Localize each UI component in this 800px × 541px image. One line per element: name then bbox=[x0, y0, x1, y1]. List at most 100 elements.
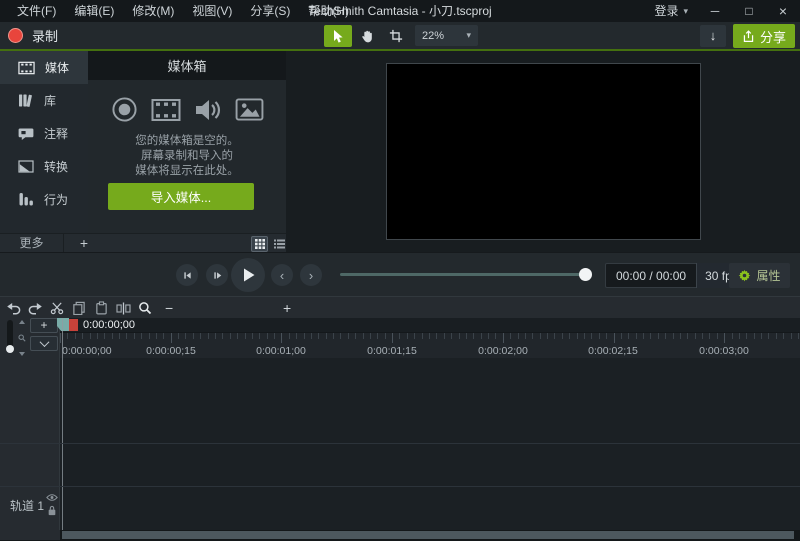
grid-view-button[interactable] bbox=[251, 236, 268, 252]
film-icon bbox=[18, 61, 35, 75]
main-area: 媒体 库 注释 转换 bbox=[0, 51, 800, 252]
pan-tool-button[interactable] bbox=[353, 25, 381, 47]
image-icon bbox=[235, 98, 264, 121]
login-button[interactable]: 登录 ▾ bbox=[644, 0, 698, 22]
timeline: 0:00:00;00 0:00:00;15 0:00:01;00 0:00:01… bbox=[0, 318, 800, 541]
split-button[interactable] bbox=[114, 300, 132, 316]
chevron-down-icon: ▾ bbox=[683, 0, 688, 22]
record-icon bbox=[8, 28, 23, 43]
track-height-thumb[interactable] bbox=[6, 345, 14, 353]
timeline-scroll-row bbox=[0, 530, 800, 541]
main-toolbar: 录制 22% ▾ ↓ 分享 bbox=[0, 22, 800, 51]
playhead-row bbox=[60, 318, 800, 332]
sidebar-item-label: 媒体 bbox=[45, 59, 69, 76]
mini-magnifier-icon bbox=[18, 334, 26, 342]
track-lock-toggle[interactable] bbox=[47, 505, 57, 516]
speaker-icon bbox=[194, 97, 222, 123]
timeline-zoom-button[interactable] bbox=[136, 300, 154, 316]
sidebar-item-label: 注释 bbox=[44, 125, 68, 142]
previous-button[interactable]: ‹ bbox=[271, 264, 293, 286]
selection-tool-button[interactable] bbox=[324, 25, 352, 47]
timeline-toolbar: − + bbox=[0, 296, 800, 318]
tools-sidebar: 媒体 库 注释 转换 bbox=[0, 51, 88, 233]
collapse-tracks-button[interactable] bbox=[30, 336, 58, 351]
gear-icon bbox=[738, 269, 751, 282]
menu-file[interactable]: 文件(F) bbox=[8, 0, 65, 22]
paste-icon bbox=[95, 301, 108, 315]
chevron-down-icon: ▾ bbox=[466, 30, 471, 41]
scroll-corner bbox=[0, 530, 60, 540]
paste-button[interactable] bbox=[92, 300, 110, 316]
cut-button[interactable] bbox=[48, 300, 66, 316]
list-view-icon bbox=[274, 239, 285, 249]
import-media-button[interactable]: 导入媒体... bbox=[108, 183, 254, 210]
sidebar-item-annotations[interactable]: 注释 bbox=[0, 117, 88, 150]
record-button[interactable]: 录制 bbox=[8, 26, 58, 45]
canvas-zoom-dropdown[interactable]: 22% ▾ bbox=[415, 25, 478, 46]
minimize-button[interactable]: ─ bbox=[698, 0, 732, 22]
chevron-left-icon: ‹ bbox=[280, 269, 284, 282]
menu-modify[interactable]: 修改(M) bbox=[123, 0, 183, 22]
sidebar-item-transitions[interactable]: 转换 bbox=[0, 150, 88, 183]
speech-bubble-icon bbox=[18, 127, 34, 141]
zoom-in-button[interactable]: + bbox=[283, 299, 291, 317]
menu-share[interactable]: 分享(S) bbox=[241, 0, 299, 22]
triangle-up-icon bbox=[19, 320, 25, 324]
menu-bar: 文件(F) 编辑(E) 修改(M) 视图(V) 分享(S) 帮助(H) Tech… bbox=[0, 0, 800, 22]
login-label: 登录 bbox=[654, 0, 678, 22]
play-button[interactable] bbox=[231, 258, 265, 292]
hand-icon bbox=[360, 29, 375, 44]
copy-button[interactable] bbox=[70, 300, 88, 316]
panel-bottom-bar: 更多 + bbox=[0, 233, 286, 252]
timeline-left-controls: + bbox=[0, 318, 60, 358]
books-icon bbox=[18, 93, 34, 108]
chevron-down-icon bbox=[39, 337, 49, 347]
ruler-label: 0:00:02;15 bbox=[588, 345, 638, 357]
media-bin-header: 媒体箱 bbox=[88, 51, 286, 80]
media-bin-title: 媒体箱 bbox=[167, 56, 206, 75]
close-button[interactable]: × bbox=[766, 0, 800, 22]
undo-button[interactable] bbox=[4, 300, 22, 316]
ruler-ticks bbox=[60, 333, 800, 345]
timeline-ruler[interactable]: 0:00:00;00 0:00:00;15 0:00:01;00 0:00:01… bbox=[60, 332, 800, 358]
tracks-area[interactable]: 轨道 1 bbox=[0, 358, 800, 530]
next-button[interactable]: › bbox=[300, 264, 322, 286]
lane-divider bbox=[0, 443, 800, 444]
download-button[interactable]: ↓ bbox=[700, 25, 726, 47]
step-back-button[interactable] bbox=[176, 264, 198, 286]
track-1-label[interactable]: 轨道 1 bbox=[10, 497, 44, 514]
window-title: TechSmith Camtasia - 小刀.tscproj bbox=[308, 0, 491, 22]
sidebar-item-media[interactable]: 媒体 bbox=[0, 51, 88, 84]
step-back-icon bbox=[182, 270, 193, 281]
playhead-time-label: 0:00:00;00 bbox=[83, 319, 135, 331]
seek-slider-thumb[interactable] bbox=[579, 268, 592, 281]
sidebar-item-label: 库 bbox=[44, 92, 56, 109]
horizontal-scrollbar[interactable] bbox=[62, 531, 794, 539]
share-button[interactable]: 分享 bbox=[733, 24, 795, 48]
crop-tool-button[interactable] bbox=[382, 25, 410, 47]
menu-edit[interactable]: 编辑(E) bbox=[65, 0, 123, 22]
zoom-out-button[interactable]: − bbox=[165, 299, 173, 317]
magnifier-icon bbox=[138, 301, 152, 315]
maximize-button[interactable]: □ bbox=[732, 0, 766, 22]
sidebar-item-label: 行为 bbox=[44, 191, 68, 208]
camtasia-window: 文件(F) 编辑(E) 修改(M) 视图(V) 分享(S) 帮助(H) Tech… bbox=[0, 0, 800, 541]
lane-divider bbox=[0, 486, 800, 487]
more-tools-button[interactable]: 更多 bbox=[0, 234, 64, 253]
redo-button[interactable] bbox=[26, 300, 44, 316]
sidebar-item-behaviors[interactable]: 行为 bbox=[0, 183, 88, 216]
lock-icon bbox=[47, 505, 57, 516]
filmstrip-icon bbox=[151, 98, 181, 122]
menu-view[interactable]: 视图(V) bbox=[183, 0, 241, 22]
playhead-out-marker-icon[interactable] bbox=[69, 319, 78, 331]
preview-canvas[interactable] bbox=[386, 63, 701, 240]
track-visibility-toggle[interactable] bbox=[46, 493, 58, 502]
properties-button[interactable]: 属性 bbox=[729, 263, 790, 288]
ruler-label: 0:00:00;00 bbox=[62, 345, 112, 357]
play-icon bbox=[241, 267, 256, 283]
sidebar-item-library[interactable]: 库 bbox=[0, 84, 88, 117]
add-media-button[interactable]: + bbox=[74, 234, 94, 253]
step-forward-button[interactable] bbox=[206, 264, 228, 286]
seek-slider[interactable] bbox=[340, 273, 592, 276]
add-track-button[interactable]: + bbox=[30, 318, 58, 333]
